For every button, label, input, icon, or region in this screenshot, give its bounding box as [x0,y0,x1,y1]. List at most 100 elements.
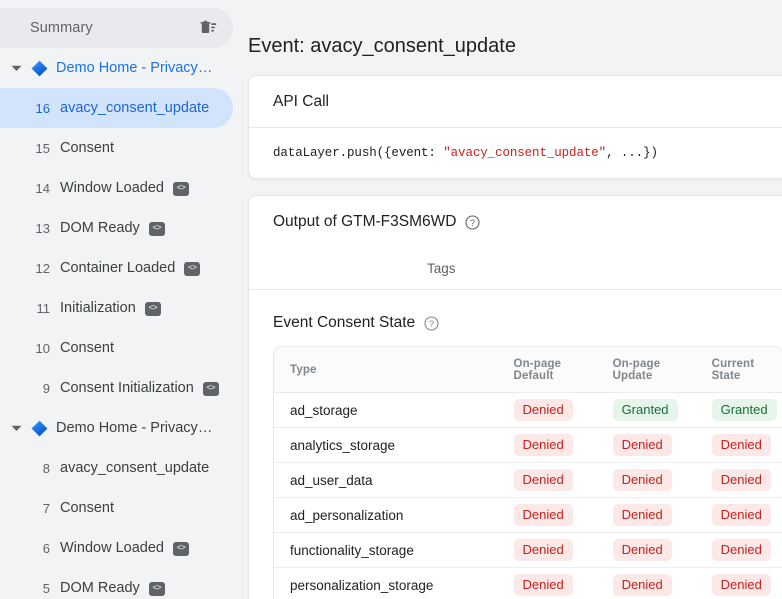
table-row: analytics_storage Denied Denied Denied [274,427,782,463]
status-badge: Denied [513,399,573,421]
code-prefix: dataLayer.push({event: [273,146,444,160]
cell-current: Denied [695,532,782,568]
chevron-down-icon[interactable] [4,416,28,440]
event-label: Window Loaded [60,540,164,556]
event-label: Window Loaded [60,180,164,196]
event-consent-state-title: Event Consent State ? [249,290,782,346]
sidebar-event-item[interactable]: 14 Window Loaded <> [0,168,233,208]
table-row: functionality_storage Denied Denied Deni… [274,532,782,568]
event-label: avacy_consent_update [60,460,210,476]
help-circle-icon[interactable]: ? [424,315,439,331]
event-label: DOM Ready [60,580,140,596]
help-circle-icon[interactable]: ? [465,214,481,230]
event-label: Container Loaded [60,260,176,276]
status-badge: Denied [612,469,672,491]
sidebar-event-item[interactable]: 15 Consent [0,128,233,168]
code-badge-icon: <> [173,182,189,196]
summary-label: Summary [30,20,93,36]
status-badge: Denied [711,434,771,456]
event-index: 12 [35,260,50,276]
event-consent-state-title-text: Event Consent State [273,314,416,331]
sidebar-event-item[interactable]: 5 DOM Ready <> [0,568,233,599]
table-body: ad_storage Denied Granted Granted analyt… [274,392,782,599]
code-badge-icon: <> [202,382,219,396]
event-index: 5 [42,580,50,596]
code-string: "avacy_consent_update" [443,146,607,160]
sidebar-event-item[interactable]: 13 DOM Ready <> [0,208,233,248]
consent-type: personalization_storage [274,567,498,599]
sidebar-event-item[interactable]: 10 Consent [0,328,233,368]
status-badge: Granted [711,399,777,421]
sidebar-group-header[interactable]: Demo Home - Privacy S... [0,408,245,448]
column-header-current: Current State [695,347,782,393]
sidebar-group-header[interactable]: Demo Home - Privacy S... [0,48,245,88]
code-badge-icon: <> [148,582,165,596]
event-label: Consent Initialization [60,380,194,396]
event-index: 13 [35,220,50,236]
cell-current: Granted [695,392,782,428]
status-badge: Denied [513,539,573,561]
column-header-type: Type [274,347,498,393]
cell-default: Denied [497,532,597,568]
cell-update: Denied [596,462,696,498]
event-index: 11 [36,300,51,316]
cell-default: Denied [497,427,597,463]
event-index: 10 [35,340,50,356]
sidebar-event-item[interactable]: 9 Consent Initialization <> [0,368,233,408]
table-header-row: Type On-page Default On-page Update Curr… [274,347,782,393]
event-label: Consent [60,340,115,356]
sidebar-group-label: Demo Home - Privacy S... [56,60,216,76]
cell-current: Denied [695,462,782,498]
chevron-down-icon[interactable] [4,56,28,80]
output-card: Output of GTM-F3SM6WD ? Tags Event Conse… [248,195,782,599]
table-row: personalization_storage Denied Denied De… [274,567,782,599]
event-label: Consent [60,140,115,156]
output-card-title-text: Output of GTM-F3SM6WD [273,213,457,230]
event-index: 14 [35,180,50,196]
page-title: Event: avacy_consent_update [248,35,516,57]
code-badge-icon: <> [173,542,189,556]
event-index: 9 [42,380,50,396]
status-badge: Denied [711,504,771,526]
sidebar-event-item[interactable]: 11 Initialization <> [0,288,233,328]
cell-current: Denied [695,427,782,463]
svg-text:?: ? [429,319,434,329]
app-root: Summary Demo Home - Privacy S... 16 avac… [0,0,782,599]
event-list-sidebar: Summary Demo Home - Privacy S... 16 avac… [0,0,245,599]
code-badge-icon: <> [148,222,165,236]
trash-clear-icon[interactable] [197,18,219,38]
cell-update: Denied [596,567,696,599]
event-index: 16 [35,100,50,116]
cell-current: Denied [695,567,782,599]
status-badge: Denied [612,574,672,596]
table-row: ad_user_data Denied Denied Denied [274,462,782,498]
status-badge: Denied [612,504,672,526]
event-consent-state-table-wrap: Type On-page Default On-page Update Curr… [273,346,782,599]
sidebar-event-item[interactable]: 6 Window Loaded <> [0,528,233,568]
cell-update: Denied [596,532,696,568]
summary-header[interactable]: Summary [0,8,233,48]
cell-update: Denied [596,427,696,463]
consent-type: ad_user_data [274,462,498,498]
code-badge-icon: <> [144,302,161,316]
consent-type: ad_storage [274,392,498,428]
status-badge: Denied [711,539,771,561]
status-badge: Denied [513,434,573,456]
tab-tags[interactable]: Tags [403,247,480,289]
status-badge: Granted [612,399,678,421]
blue-diamond-icon [30,419,48,437]
event-index: 7 [42,500,50,516]
sidebar-event-item[interactable]: 12 Container Loaded <> [0,248,233,288]
code-suffix: , ...}) [606,146,658,160]
column-header-update: On-page Update [596,347,696,393]
event-index: 15 [35,140,50,156]
output-tabbar: Tags [249,247,782,290]
sidebar-event-item[interactable]: 8 avacy_consent_update [0,448,233,488]
consent-type: analytics_storage [274,427,498,463]
table-row: ad_personalization Denied Denied Denied [274,497,782,533]
sidebar-event-item[interactable]: 7 Consent [0,488,233,528]
consent-type: ad_personalization [274,497,498,533]
event-index: 6 [42,540,50,556]
event-index: 8 [42,460,50,476]
sidebar-event-item[interactable]: 16 avacy_consent_update [0,88,233,128]
